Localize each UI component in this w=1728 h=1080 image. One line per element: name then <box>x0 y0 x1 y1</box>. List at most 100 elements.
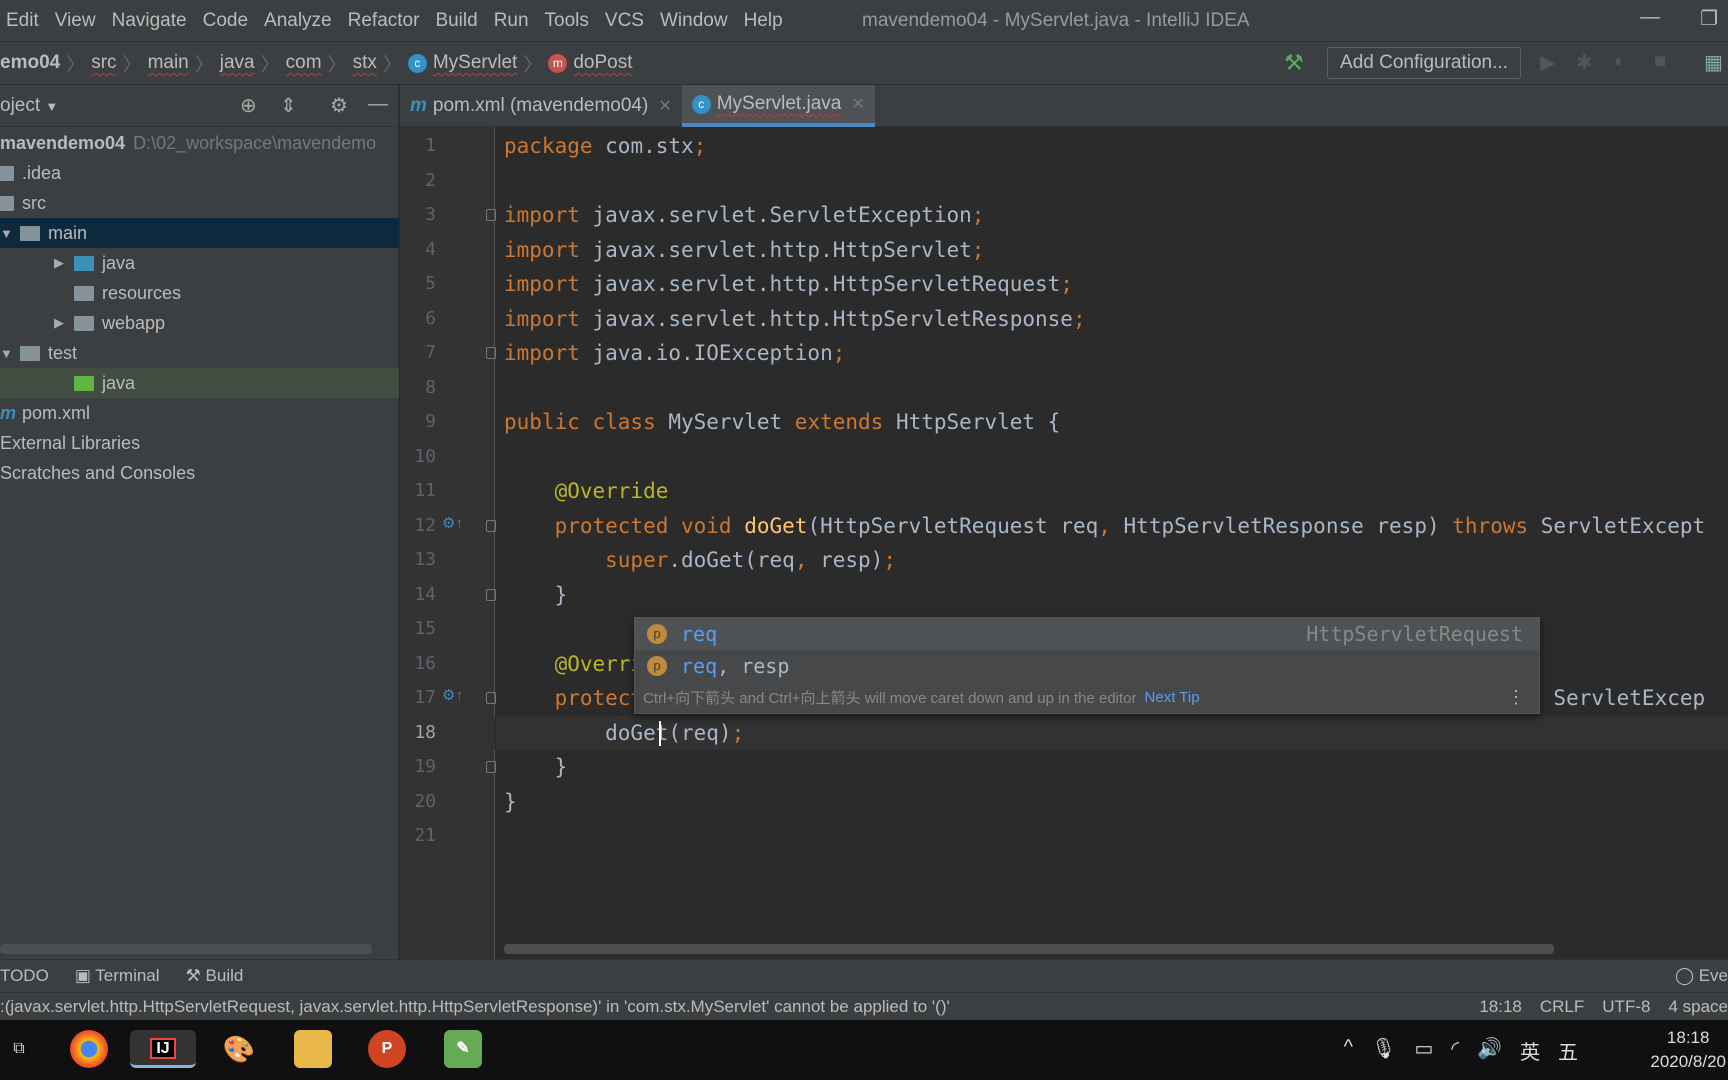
terminal-tool-button[interactable]: ▣ Terminal <box>75 966 160 986</box>
more-options-icon[interactable]: ⋮ <box>1507 687 1525 708</box>
locate-icon[interactable]: ⊕ <box>240 93 257 118</box>
code-line: import java.io.IOException; <box>504 336 845 371</box>
run-icon[interactable]: ▶ <box>1540 50 1555 75</box>
code-token: ; <box>971 237 985 262</box>
menu-vcs[interactable]: VCS <box>605 10 644 32</box>
build-hammer-icon[interactable]: ⚒ <box>1284 50 1304 76</box>
project-title: oject <box>0 94 41 116</box>
gear-icon[interactable]: ⚙ <box>330 93 348 118</box>
completion-item[interactable]: p req HttpServletRequest <box>635 618 1539 650</box>
completion-item[interactable]: p req, resp <box>635 650 1539 682</box>
event-log-button[interactable]: ◯ Eve <box>1675 966 1728 986</box>
ime-mode[interactable]: 五 <box>1558 1036 1578 1065</box>
stop-icon[interactable]: ■ <box>1654 50 1666 73</box>
build-tool-button[interactable]: ⚒ Build <box>186 966 244 986</box>
file-encoding[interactable]: UTF-8 <box>1602 997 1650 1017</box>
override-method-icon[interactable]: ⚙↑ <box>442 514 463 532</box>
close-tab-icon[interactable]: ✕ <box>851 94 864 114</box>
code-token: extends <box>794 410 884 434</box>
restore-window-icon[interactable]: ❐ <box>1700 6 1718 31</box>
debug-icon[interactable]: ✱ <box>1576 50 1593 75</box>
volume-icon[interactable]: 🔊 <box>1477 1036 1502 1065</box>
breadcrumb-item[interactable]: MyServlet <box>433 52 517 74</box>
breadcrumb-item[interactable]: stx <box>353 52 377 74</box>
breadcrumb-item[interactable]: java <box>220 52 255 74</box>
fold-marker-icon[interactable] <box>486 761 496 773</box>
intellij-icon[interactable]: IJ <box>130 1030 196 1068</box>
project-structure-icon[interactable]: ▦ <box>1704 50 1723 75</box>
tree-item[interactable]: java <box>0 368 399 398</box>
task-view-icon[interactable]: ⧉ <box>0 1030 38 1068</box>
breadcrumb-item[interactable]: src <box>91 52 116 74</box>
wifi-icon[interactable]: ◜ <box>1451 1036 1459 1065</box>
chevron-up-icon[interactable]: ^ <box>1344 1036 1353 1065</box>
fold-marker-icon[interactable] <box>486 692 496 704</box>
ime-language[interactable]: 英 <box>1520 1036 1540 1065</box>
editor-horizontal-scrollbar[interactable] <box>504 944 1554 954</box>
menu-build[interactable]: Build <box>435 10 477 32</box>
tab-myservlet[interactable]: c MyServlet.java ✕ <box>681 85 875 127</box>
menu-refactor[interactable]: Refactor <box>348 10 420 32</box>
code-token: HttpServlet { <box>883 410 1061 434</box>
todo-tool-button[interactable]: TODO <box>0 966 49 986</box>
fold-marker-icon[interactable] <box>486 209 496 221</box>
breadcrumb-item[interactable]: com <box>286 52 322 74</box>
menu-code[interactable]: Code <box>203 10 248 32</box>
tree-item[interactable]: ▼ main <box>0 218 399 248</box>
paint-icon[interactable]: 🎨 <box>220 1030 258 1068</box>
code-line: package com.stx; <box>504 129 706 164</box>
microphone-icon[interactable]: 🎙 <box>1371 1036 1396 1065</box>
powerpoint-icon[interactable]: P <box>368 1030 406 1068</box>
tree-item[interactable]: ▶ webapp <box>0 308 399 338</box>
code-line: doGet(req); <box>504 716 744 751</box>
project-view-dropdown[interactable]: oject ▼ <box>0 95 58 117</box>
tree-item[interactable]: Scratches and Consoles <box>0 458 399 488</box>
menu-window[interactable]: Window <box>660 10 728 32</box>
menu-edit[interactable]: Edit <box>6 10 39 32</box>
minimize-window-icon[interactable]: — <box>1640 6 1660 31</box>
tree-item[interactable]: src <box>0 188 399 218</box>
line-separator[interactable]: CRLF <box>1540 997 1584 1017</box>
tree-item[interactable]: m pom.xml <box>0 398 399 428</box>
code-editor[interactable]: package com.stx; import javax.servlet.Ser… <box>496 127 1728 959</box>
caret-position[interactable]: 18:18 <box>1479 997 1522 1017</box>
tree-item[interactable]: mavendemo04 D:\02_workspace\mavendemo <box>0 128 399 158</box>
tree-item[interactable]: resources <box>0 278 399 308</box>
close-tab-icon[interactable]: ✕ <box>658 96 671 116</box>
fold-marker-icon[interactable] <box>486 519 496 532</box>
breadcrumb-item[interactable]: main <box>148 52 189 74</box>
menu-analyze[interactable]: Analyze <box>264 10 332 32</box>
line-number: 19 <box>414 756 436 777</box>
minimize-icon[interactable]: — <box>368 93 388 116</box>
tree-item[interactable]: ▶ java <box>0 248 399 278</box>
override-method-icon[interactable]: ⚙↑ <box>442 686 463 704</box>
add-configuration-button[interactable]: Add Configuration... <box>1327 47 1521 79</box>
breadcrumb-item[interactable]: doPost <box>573 52 632 74</box>
menu-help[interactable]: Help <box>744 10 783 32</box>
code-token: } <box>504 789 517 814</box>
file-explorer-icon[interactable] <box>294 1030 332 1068</box>
code-line: } <box>504 750 568 785</box>
next-tip-link[interactable]: Next Tip <box>1145 689 1200 706</box>
menu-navigate[interactable]: Navigate <box>112 10 187 32</box>
horizontal-scrollbar[interactable] <box>0 944 372 954</box>
tree-item[interactable]: .idea <box>0 158 399 188</box>
coverage-icon[interactable]: ◐ <box>1614 50 1626 73</box>
collapse-all-icon[interactable]: ⇕ <box>280 93 297 118</box>
status-bar: :(javax.servlet.http.HttpServletRequest,… <box>0 992 1728 1020</box>
completion-label: req, resp <box>681 654 790 678</box>
clock[interactable]: 18:18 2020/8/20 <box>1650 1026 1726 1074</box>
menu-tools[interactable]: Tools <box>545 10 589 32</box>
indent-setting[interactable]: 4 space <box>1668 997 1728 1017</box>
tree-item[interactable]: External Libraries <box>0 428 399 458</box>
fold-marker-icon[interactable] <box>486 588 496 601</box>
tab-pom[interactable]: m pom.xml (mavendemo04) ✕ <box>400 85 682 127</box>
tree-item[interactable]: ▼ test <box>0 338 399 368</box>
breadcrumb-item[interactable]: emo04 <box>0 52 60 74</box>
battery-icon[interactable]: ▭ <box>1414 1036 1433 1065</box>
chrome-icon[interactable] <box>70 1030 108 1068</box>
menu-run[interactable]: Run <box>494 10 529 32</box>
menu-view[interactable]: View <box>55 10 96 32</box>
notepad-icon[interactable]: ✎ <box>444 1030 482 1068</box>
fold-marker-icon[interactable] <box>486 347 496 359</box>
